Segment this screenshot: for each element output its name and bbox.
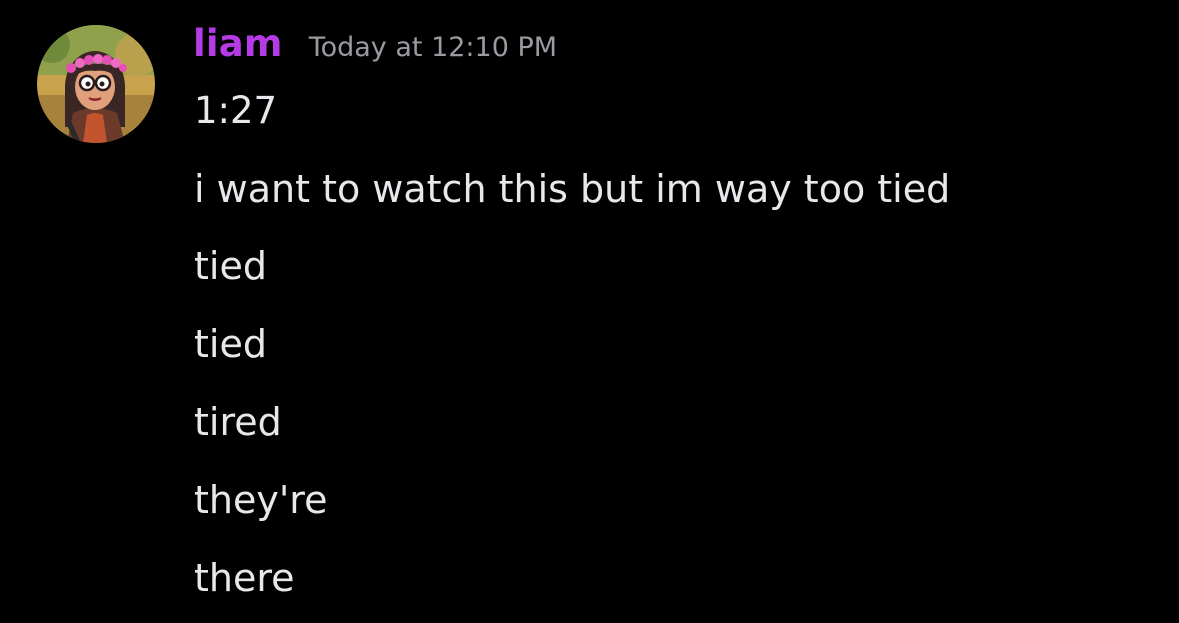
message-line: they're [194,478,328,522]
message-line: tired [194,400,282,444]
message-header: liam Today at 12:10 PM [193,22,557,72]
message-line: 1:27 [194,89,278,132]
avatar-image [37,25,155,143]
message-line: i want to watch this but im way too tied [194,167,951,211]
message-group: liam Today at 12:10 PM 1:27 i want to wa… [0,0,1179,623]
message-line: tied [194,244,267,288]
message-line: there [194,556,295,600]
message-line: tied [194,322,267,366]
timestamp[interactable]: Today at 12:10 PM [309,32,557,63]
avatar[interactable] [37,25,155,143]
username[interactable]: liam [193,22,283,65]
